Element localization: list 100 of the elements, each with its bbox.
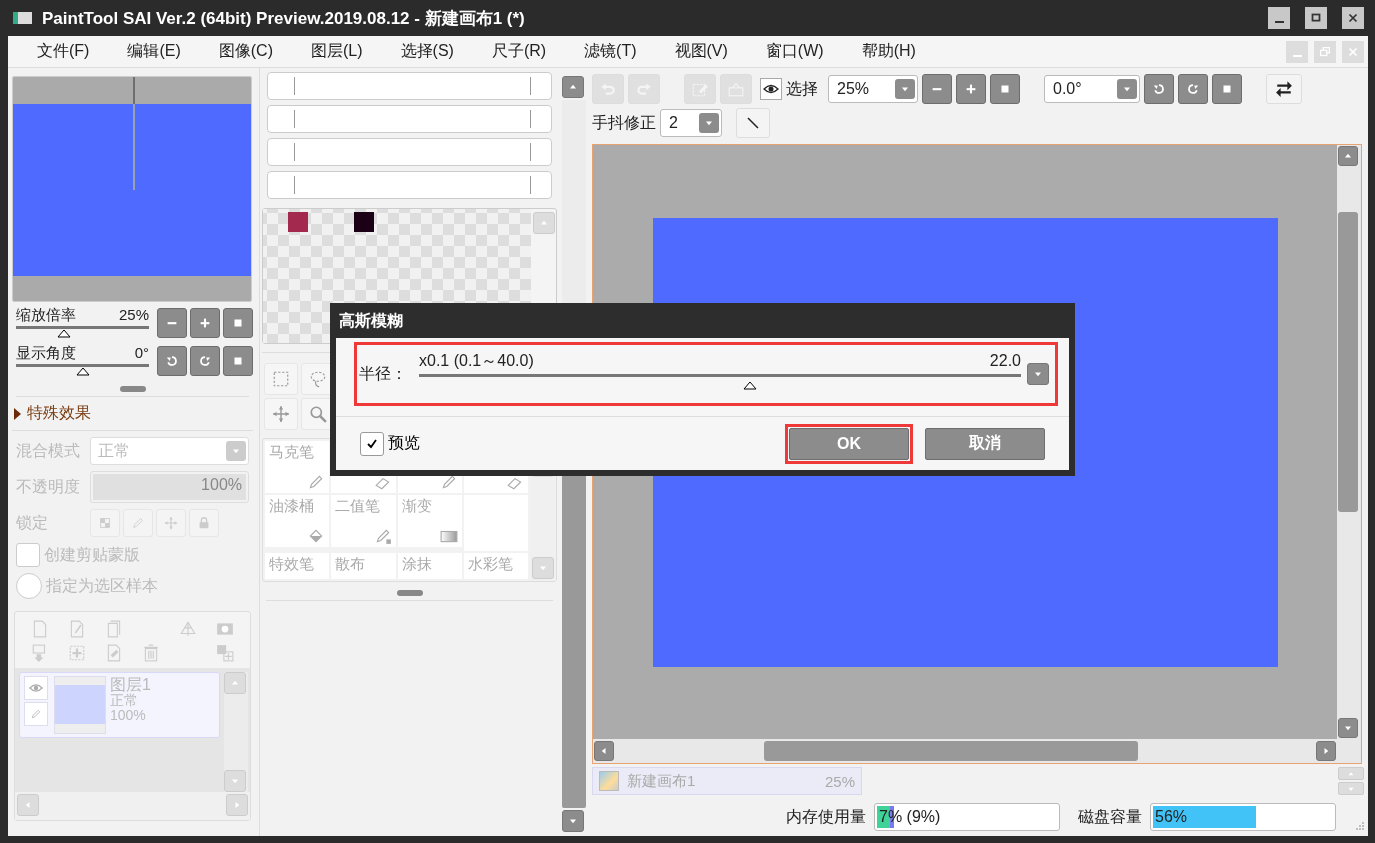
- menu-item[interactable]: 图像(C): [207, 41, 284, 62]
- rotate-left-icon: [165, 354, 179, 368]
- navigator-preview-drawing[interactable]: [12, 76, 252, 302]
- pencil-icon: [30, 708, 42, 720]
- edit-toggle[interactable]: [24, 702, 48, 726]
- scroll-up-button[interactable]: [1338, 146, 1358, 166]
- reset-zoom-button[interactable]: [990, 74, 1020, 104]
- restore-icon: [1318, 44, 1332, 59]
- checker-icon: [98, 516, 112, 530]
- color-swatch[interactable]: [288, 212, 308, 232]
- slider-handle[interactable]: [743, 381, 758, 390]
- scroll-right-button[interactable]: [1316, 741, 1336, 761]
- blank-field[interactable]: [267, 171, 552, 199]
- line-tool-button[interactable]: [736, 108, 770, 138]
- effects-section-header[interactable]: 特殊效果: [12, 397, 253, 431]
- triangle-icon: [179, 620, 198, 638]
- close-button[interactable]: [1342, 7, 1364, 29]
- rotate-left-button[interactable]: [1144, 74, 1174, 104]
- brush-tool[interactable]: 涂抹: [397, 553, 462, 579]
- scroll-down-button[interactable]: [562, 810, 584, 832]
- minimize-icon: [1292, 54, 1302, 57]
- brush-tool[interactable]: 油漆桶: [265, 495, 330, 547]
- stabilizer-dropdown[interactable]: 2: [660, 109, 722, 137]
- lock-all-button[interactable]: [189, 509, 219, 537]
- menu-item[interactable]: 选择(S): [389, 41, 465, 62]
- menu-item[interactable]: 窗口(W): [754, 41, 835, 62]
- lock-transparency-button[interactable]: [90, 509, 120, 537]
- minimize-button[interactable]: [1268, 7, 1290, 29]
- swap-arrows-icon: [1275, 80, 1293, 98]
- brush-tool[interactable]: 散布: [331, 553, 396, 579]
- resize-grip-icon: [1354, 820, 1366, 832]
- blank-field[interactable]: [267, 138, 552, 166]
- memory-label: 内存使用量: [786, 806, 866, 827]
- slider-value: 0°: [134, 344, 149, 362]
- diagonal-line-icon: [745, 115, 761, 131]
- layer-tool-button[interactable]: [67, 644, 86, 662]
- zoom-in-button[interactable]: [190, 308, 220, 338]
- visibility-toggle[interactable]: [24, 676, 48, 700]
- window-title: PaintTool SAI Ver.2 (64bit) Preview.2019.08.12 - 新建画布1 (*): [42, 7, 526, 30]
- color-swatch[interactable]: [354, 212, 374, 232]
- resize-handle[interactable]: [396, 590, 423, 596]
- blank-field[interactable]: [267, 105, 552, 133]
- brush-tool[interactable]: 二值笔: [331, 495, 396, 547]
- blank-field[interactable]: [267, 72, 552, 100]
- reset-zoom-button[interactable]: [223, 308, 253, 338]
- selection-visibility-toggle[interactable]: [760, 78, 782, 100]
- resize-handle[interactable]: [119, 386, 146, 392]
- brush-tool[interactable]: 特效笔: [265, 553, 330, 579]
- layer-opacity: 100%: [110, 708, 147, 723]
- menu-item[interactable]: 滤镜(T): [573, 41, 648, 62]
- restore-button[interactable]: [1314, 40, 1336, 63]
- zoom-in-button[interactable]: [956, 74, 986, 104]
- minimize-icon: [1274, 21, 1284, 23]
- scroll-up-button[interactable]: [562, 76, 584, 98]
- dialog-button[interactable]: 取消: [925, 427, 1045, 460]
- preview-checkbox[interactable]: 预览: [360, 431, 420, 456]
- rotate-left-button[interactable]: [157, 346, 187, 376]
- maximize-button[interactable]: [1305, 7, 1327, 29]
- flip-button[interactable]: [1266, 74, 1302, 104]
- menu-item[interactable]: 帮助(H): [850, 41, 927, 62]
- layer-tool-button[interactable]: [216, 644, 235, 662]
- rotate-right-button[interactable]: [1178, 74, 1208, 104]
- menu-item[interactable]: 编辑(E): [116, 41, 192, 62]
- brush-tool[interactable]: 马克笔: [265, 441, 330, 493]
- rotate-right-button[interactable]: [190, 346, 220, 376]
- scroll-thumb[interactable]: [764, 741, 1138, 761]
- layer-tool-button[interactable]: [216, 620, 235, 638]
- disk-label: 磁盘容量: [1078, 806, 1142, 827]
- eye-icon: [29, 681, 43, 695]
- rotate-left-icon: [1152, 82, 1166, 96]
- brush-tool[interactable]: 渐变: [397, 495, 462, 547]
- scroll-thumb[interactable]: [1338, 212, 1358, 512]
- lock-drawing-button[interactable]: [123, 509, 153, 537]
- layer-tool-button[interactable]: [179, 620, 198, 638]
- zoom-out-button[interactable]: [157, 308, 187, 338]
- zoom-out-button[interactable]: [922, 74, 952, 104]
- angle-dropdown[interactable]: 0.0°: [1044, 75, 1140, 103]
- app-icon: [13, 12, 32, 24]
- reset-angle-button[interactable]: [223, 346, 253, 376]
- zoom-dropdown[interactable]: 25%: [828, 75, 918, 103]
- menu-item[interactable]: 文件(F): [26, 41, 101, 62]
- plus-icon: [964, 82, 978, 96]
- menu-item[interactable]: 图层(L): [300, 41, 374, 62]
- radius-dropdown-button[interactable]: [1027, 363, 1049, 385]
- dialog-button[interactable]: OK: [789, 427, 909, 460]
- menu-item[interactable]: 尺子(R): [480, 41, 558, 62]
- lock-position-button[interactable]: [156, 509, 186, 537]
- reset-angle-button[interactable]: [1212, 74, 1242, 104]
- radius-label: 半径：: [358, 363, 408, 384]
- brush-tool[interactable]: 水彩笔: [463, 553, 528, 579]
- menu-item[interactable]: 视图(V): [663, 41, 739, 62]
- scroll-left-button[interactable]: [594, 741, 614, 761]
- move-icon: [164, 516, 178, 530]
- pencil-icon: [131, 516, 145, 530]
- layer-tool-button[interactable]: [142, 644, 161, 662]
- canvas-tab[interactable]: 新建画布1 25%: [592, 767, 862, 795]
- layer-item[interactable]: 图层1 正常 100%: [19, 672, 220, 738]
- scroll-down-button[interactable]: [1338, 718, 1358, 738]
- maximize-icon: [1309, 11, 1323, 25]
- selection-label: 选择: [786, 78, 818, 99]
